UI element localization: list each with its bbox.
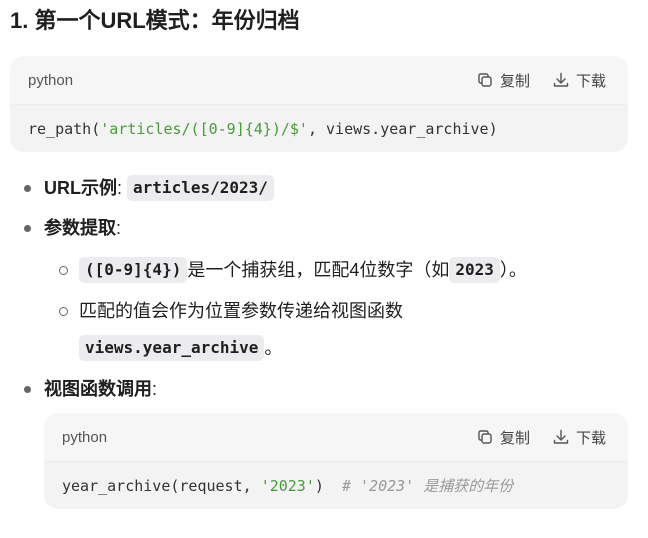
code-block-header: python 复制 下载 xyxy=(44,413,628,461)
copy-button[interactable]: 复制 xyxy=(476,427,530,448)
copy-icon xyxy=(476,428,494,446)
colon: : xyxy=(116,218,122,238)
sub-text: 是一个捕获组，匹配4位数字（如 xyxy=(187,260,450,280)
sub-text: 匹配的值会作为位置参数传递给视图函数 xyxy=(79,301,403,321)
bullet-label: URL示例 xyxy=(44,178,117,198)
colon: : xyxy=(117,178,123,198)
page: 1. 第一个URL模式：年份归档 python 复制 下载 re_path('… xyxy=(0,0,648,538)
download-icon xyxy=(552,71,570,89)
code-rest: , views.year_archive) xyxy=(307,119,498,138)
bullet-param-extract: 参数提取: xyxy=(44,215,121,241)
code-block-header: python 复制 下载 xyxy=(10,56,628,104)
section-heading: 1. 第一个URL模式：年份归档 xyxy=(10,8,300,33)
bullet-label: 视图函数调用 xyxy=(44,379,152,399)
sub-bullet-circle xyxy=(59,307,68,316)
code-func: re_path( xyxy=(28,119,101,138)
sub-text-tail: ）。 xyxy=(499,260,527,280)
download-button[interactable]: 下载 xyxy=(552,427,606,448)
inline-code-url: articles/2023/ xyxy=(127,175,274,201)
colon: : xyxy=(152,379,158,399)
sub-text-tail: 。 xyxy=(264,338,283,358)
copy-label: 复制 xyxy=(499,72,530,90)
copy-icon xyxy=(476,71,494,89)
download-label: 下载 xyxy=(575,72,606,90)
bullet-dot xyxy=(24,225,31,232)
sub-bullet-capture-group: ([0-9]{4}) 是一个捕获组，匹配4位数字（如 2023）。 xyxy=(79,257,527,283)
inline-code-year: 2023 xyxy=(449,257,500,283)
bullet-dot xyxy=(24,386,31,393)
code-language-label: python xyxy=(28,71,74,89)
sub-bullet-positional-arg: 匹配的值会作为位置参数传递给视图函数 xyxy=(79,298,403,324)
code-content: year_archive(request, '2023') # '2023' 是… xyxy=(44,461,628,509)
code-func: year_archive(request, xyxy=(62,476,261,495)
download-button[interactable]: 下载 xyxy=(552,70,606,91)
code-content: re_path('articles/([0-9]{4})/$', views.y… xyxy=(10,104,628,152)
download-icon xyxy=(552,428,570,446)
bullet-label: 参数提取 xyxy=(44,218,116,238)
sub-bullet-positional-arg-cont: views.year_archive。 xyxy=(79,335,282,361)
inline-code-regex: ([0-9]{4}) xyxy=(79,257,188,283)
bullet-dot xyxy=(24,185,31,192)
code-comment: # '2023' 是捕获的年份 xyxy=(341,477,514,495)
code-block-actions: 复制 下载 xyxy=(476,413,606,461)
inline-code-view: views.year_archive xyxy=(79,335,265,361)
download-label: 下载 xyxy=(575,429,606,447)
bullet-view-call: 视图函数调用: xyxy=(44,376,157,402)
copy-button[interactable]: 复制 xyxy=(476,70,530,91)
code-string: '2023' xyxy=(260,476,315,495)
sub-bullet-circle xyxy=(59,266,68,275)
bullet-url-example: URL示例: articles/2023/ xyxy=(44,175,274,201)
code-language-label: python xyxy=(62,428,108,446)
code-block-call: python 复制 下载 year_archive(request, '2023… xyxy=(44,413,628,509)
code-block-regex: python 复制 下载 re_path('articles/([0-9]{4… xyxy=(10,56,628,152)
code-block-actions: 复制 下载 xyxy=(476,56,606,104)
code-rest: ) xyxy=(314,476,342,495)
copy-label: 复制 xyxy=(499,429,530,447)
code-string: 'articles/([0-9]{4})/$' xyxy=(100,119,308,138)
